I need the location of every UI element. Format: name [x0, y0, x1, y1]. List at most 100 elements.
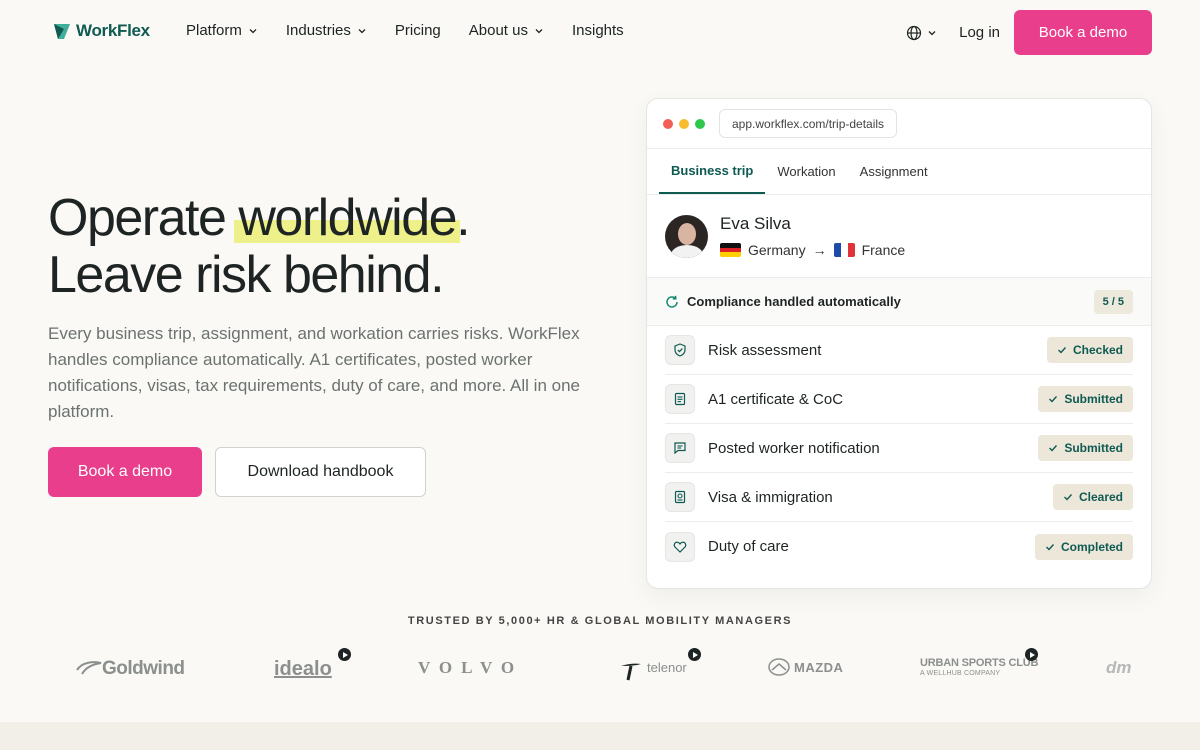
telenor-logo: telenor: [617, 648, 701, 682]
goldwind-logo: Goldwind: [76, 658, 185, 680]
destination-country: France: [861, 242, 906, 258]
nav-platform[interactable]: Platform: [186, 22, 258, 39]
goldwind-swoosh-icon: [76, 661, 102, 675]
traveler-info: Eva Silva Germany → France: [647, 195, 1151, 278]
status-badge: Submitted: [1038, 386, 1133, 412]
next-section-band: [0, 722, 1200, 750]
window-close-dot: [663, 118, 673, 129]
item-label: Visa & immigration: [708, 488, 833, 506]
play-icon: [338, 648, 351, 661]
hero-book-demo-button[interactable]: Book a demo: [48, 447, 202, 497]
nav-insights-label: Insights: [571, 22, 624, 39]
volvo-logo: VOLVO: [418, 658, 523, 678]
tab-business-trip[interactable]: Business trip: [659, 149, 766, 194]
chevron-down-icon: [249, 28, 257, 33]
check-icon: [1045, 543, 1055, 551]
trip-route: Germany → France: [720, 242, 905, 258]
browser-bar: app.workflex.com/trip-details: [647, 99, 1151, 149]
login-link[interactable]: Log in: [959, 24, 1000, 41]
mazda-logo: MAZDA: [768, 658, 843, 676]
list-item[interactable]: A1 certificate & CoC Submitted: [665, 375, 1133, 424]
compliance-count: 5 / 5: [1093, 289, 1133, 314]
status-badge: Cleared: [1052, 484, 1133, 510]
urban-sports-club-logo: URBAN SPORTS CLUB A WELLHUB COMPANY: [920, 648, 1039, 677]
customer-logos: Goldwind idealo VOLVO telenor MAZDA URBA…: [0, 648, 1200, 694]
mazda-emblem-icon: [768, 658, 790, 676]
item-label: Posted worker notification: [708, 439, 880, 457]
germany-flag-icon: [720, 243, 741, 257]
status-badge: Completed: [1034, 533, 1133, 560]
list-item[interactable]: Visa & immigration Cleared: [665, 473, 1133, 522]
france-flag-icon: [833, 243, 855, 257]
traveler-name: Eva Silva: [720, 214, 791, 233]
status-text: Submitted: [1064, 441, 1123, 455]
item-label: Duty of care: [708, 538, 789, 555]
idealo-logo: idealo: [274, 648, 351, 681]
item-label: A1 certificate & CoC: [708, 390, 844, 408]
top-nav: WorkFlex Platform Industries Pricing Abo…: [0, 0, 1200, 64]
chevron-down-icon: [535, 28, 543, 33]
compliance-header: Compliance handled automatically 5 / 5: [647, 278, 1151, 326]
hero-title: Operate worldwide. Leave risk behind.: [48, 189, 471, 304]
book-demo-button[interactable]: Book a demo: [1014, 10, 1152, 55]
nav-industries-label: Industries: [285, 22, 351, 39]
message-icon: [674, 442, 686, 455]
trip-tabs: Business trip Workation Assignment: [647, 149, 1151, 195]
document-icon: [674, 392, 686, 406]
nav-insights[interactable]: Insights: [572, 22, 624, 39]
nav-platform-label: Platform: [186, 22, 242, 39]
hero-title-highlight: worldwide: [234, 189, 460, 247]
logo-text: WorkFlex: [76, 21, 150, 40]
workflex-logo-icon: [54, 24, 70, 39]
avatar: [665, 214, 708, 258]
heart-icon: [673, 541, 687, 553]
logo[interactable]: WorkFlex: [52, 21, 150, 41]
window-maximize-dot: [695, 118, 705, 129]
tab-assignment[interactable]: Assignment: [848, 149, 940, 194]
check-icon: [1063, 494, 1072, 501]
tab-workation[interactable]: Workation: [765, 149, 847, 194]
origin-country: Germany: [748, 242, 806, 258]
passport-icon: [674, 490, 686, 504]
nav-about[interactable]: About us: [469, 22, 544, 39]
download-handbook-button[interactable]: Download handbook: [215, 447, 426, 497]
list-item[interactable]: Posted worker notification Submitted: [665, 424, 1133, 473]
compliance-list: Risk assessment Checked A1 certificate &…: [647, 326, 1151, 571]
telenor-propeller-icon: [621, 663, 641, 681]
trip-details-card: app.workflex.com/trip-details Business t…: [646, 98, 1152, 589]
language-selector[interactable]: [906, 25, 937, 41]
route-arrow: →: [812, 242, 827, 258]
shield-icon: [674, 343, 686, 357]
play-icon: [1025, 648, 1038, 661]
refresh-icon: [666, 295, 678, 308]
url-bar[interactable]: app.workflex.com/trip-details: [719, 109, 898, 138]
status-badge: Submitted: [1038, 435, 1133, 461]
play-icon: [688, 648, 701, 661]
globe-icon: [907, 25, 922, 40]
hero-subtitle: Every business trip, assignment, and wor…: [48, 324, 580, 421]
usc-subtext: A WELLHUB COMPANY: [920, 670, 1001, 677]
goldwind-text: Goldwind: [102, 658, 185, 679]
item-label: Risk assessment: [708, 341, 822, 359]
chevron-down-icon: [358, 28, 366, 33]
nav-about-label: About us: [468, 22, 528, 39]
list-item[interactable]: Duty of care Completed: [665, 522, 1133, 571]
check-icon: [1049, 396, 1058, 403]
status-badge: Checked: [1046, 337, 1133, 363]
chevron-down-icon: [928, 30, 936, 35]
hero-buttons: Book a demo Download handbook: [48, 447, 426, 497]
status-text: Cleared: [1078, 490, 1123, 504]
nav-links: Platform Industries Pricing About us Ins…: [186, 22, 624, 39]
telenor-text: telenor: [647, 659, 687, 675]
nav-pricing[interactable]: Pricing: [395, 22, 441, 39]
list-item[interactable]: Risk assessment Checked: [665, 326, 1133, 375]
hero-title-line2: Leave risk behind.: [48, 246, 445, 304]
hero-title-period: .: [456, 189, 470, 247]
dm-logo: dm: [1106, 658, 1132, 678]
status-text: Submitted: [1064, 392, 1123, 406]
window-minimize-dot: [679, 118, 689, 129]
usc-text: URBAN SPORTS CLUB: [920, 657, 1039, 669]
hero-title-start: Operate: [48, 189, 239, 247]
nav-industries[interactable]: Industries: [286, 22, 367, 39]
mazda-text: MAZDA: [794, 659, 844, 675]
